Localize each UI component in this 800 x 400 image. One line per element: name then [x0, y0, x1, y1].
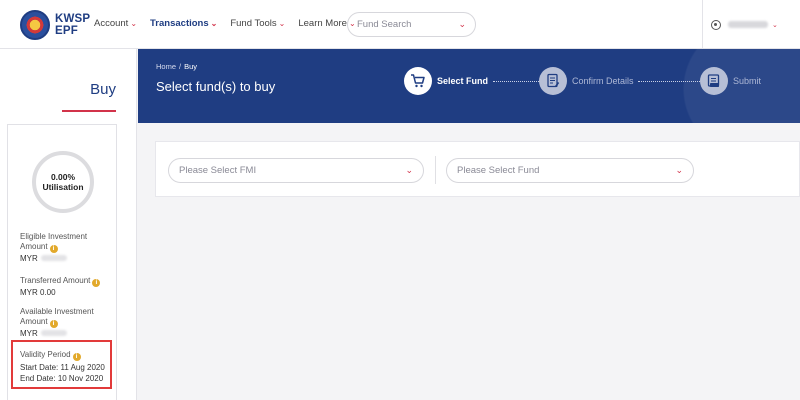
fund-search-input[interactable]: Fund Search ⌄	[347, 12, 476, 37]
step-confirm-details-circle	[539, 67, 567, 95]
eligible-amount-redacted	[40, 255, 67, 262]
step-confirm-details-label: Confirm Details	[572, 76, 634, 86]
fund-search-placeholder: Fund Search	[357, 19, 412, 30]
sidebar-title: Buy	[90, 81, 116, 98]
chevron-down-icon: ⌄	[278, 19, 286, 28]
transferred-amount: Transferred Amount i MYR 0.00	[20, 276, 112, 298]
sidebar-title-underline	[62, 110, 116, 112]
logo-line-2: EPF	[55, 25, 78, 37]
nav-fund-tools[interactable]: Fund Tools ⌄	[230, 18, 285, 29]
transferred-amount-value: MYR 0.00	[20, 288, 56, 297]
step-select-fund-label: Select Fund	[437, 76, 489, 86]
info-icon[interactable]: i	[92, 279, 101, 287]
available-amount-currency: MYR	[20, 328, 38, 338]
step-submit-circle	[700, 67, 728, 95]
utilisation-gauge: 0.00% Utilisation	[32, 151, 94, 213]
submit-icon	[707, 74, 720, 87]
chevron-down-icon: ⌄	[458, 19, 466, 29]
fund-selection-card: Please Select FMI ⌄ Please Select Fund ⌄	[155, 141, 800, 197]
utilisation-value: 0.00%	[50, 172, 76, 182]
step-submit: Submit	[700, 67, 761, 95]
document-icon	[547, 73, 560, 88]
fund-select[interactable]: Please Select Fund ⌄	[446, 158, 694, 183]
nav-account-label: Account	[94, 18, 129, 29]
cart-icon	[411, 74, 425, 88]
utilisation-label: Utilisation	[42, 182, 84, 192]
step-submit-label: Submit	[733, 76, 762, 86]
breadcrumb-separator: /	[179, 62, 182, 71]
chevron-down-icon: ⌄	[210, 19, 218, 28]
fmi-select-placeholder: Please Select FMI	[179, 165, 257, 176]
top-navigation: KWSP EPF Account ⌄ Transactions ⌄ Fund Too…	[0, 0, 800, 49]
step-confirm-details: Confirm Details	[539, 67, 634, 95]
fmi-select[interactable]: Please Select FMI ⌄	[168, 158, 424, 183]
available-amount-redacted	[40, 330, 67, 337]
user-menu[interactable]: ⌄	[702, 0, 800, 49]
chevron-down-icon: ⌄	[675, 165, 683, 175]
eligible-amount-currency: MYR	[20, 253, 38, 263]
eligible-amount: Eligible Investment Amount i MYR	[20, 232, 112, 263]
step-connector-2	[638, 81, 700, 82]
step-connector-1	[493, 81, 539, 82]
kwsp-logo[interactable]: KWSP EPF	[20, 10, 90, 40]
user-icon	[711, 19, 721, 30]
step-select-fund-circle	[404, 67, 432, 95]
nav-learn-more-label: Learn More	[298, 18, 347, 29]
user-name-redacted	[728, 21, 768, 28]
step-select-fund: Select Fund	[404, 67, 488, 95]
logo-line-1: KWSP	[55, 13, 91, 25]
available-amount: Available Investment Amount i MYR	[20, 307, 112, 338]
nav-fund-tools-label: Fund Tools	[230, 18, 277, 29]
breadcrumb-current: Buy	[184, 62, 198, 71]
nav-transactions-label: Transactions	[150, 18, 209, 29]
validity-highlight-box	[11, 340, 112, 389]
chevron-down-icon: ⌄	[130, 19, 138, 28]
nav-account[interactable]: Account ⌄	[94, 18, 137, 29]
chevron-down-icon: ⌄	[405, 165, 413, 175]
nav-transactions[interactable]: Transactions ⌄	[150, 18, 217, 29]
breadcrumb: Home / Buy	[156, 62, 197, 71]
transferred-amount-label: Transferred Amount	[20, 276, 91, 285]
breadcrumb-home[interactable]: Home	[156, 62, 176, 71]
page-title: Select fund(s) to buy	[156, 79, 276, 94]
info-icon[interactable]: i	[49, 319, 58, 328]
filter-divider	[435, 156, 436, 184]
info-icon[interactable]: i	[49, 244, 58, 253]
logo-text: KWSP EPF	[55, 13, 90, 37]
main-menu: Account ⌄ Transactions ⌄ Fund Tools ⌄ Learn…	[94, 18, 369, 29]
kwsp-seal-icon	[20, 10, 50, 40]
fund-select-placeholder: Please Select Fund	[457, 165, 540, 176]
page-banner: Home / Buy Select fund(s) to buy Select Fu…	[138, 49, 800, 123]
chevron-down-icon: ⌄	[772, 21, 778, 29]
